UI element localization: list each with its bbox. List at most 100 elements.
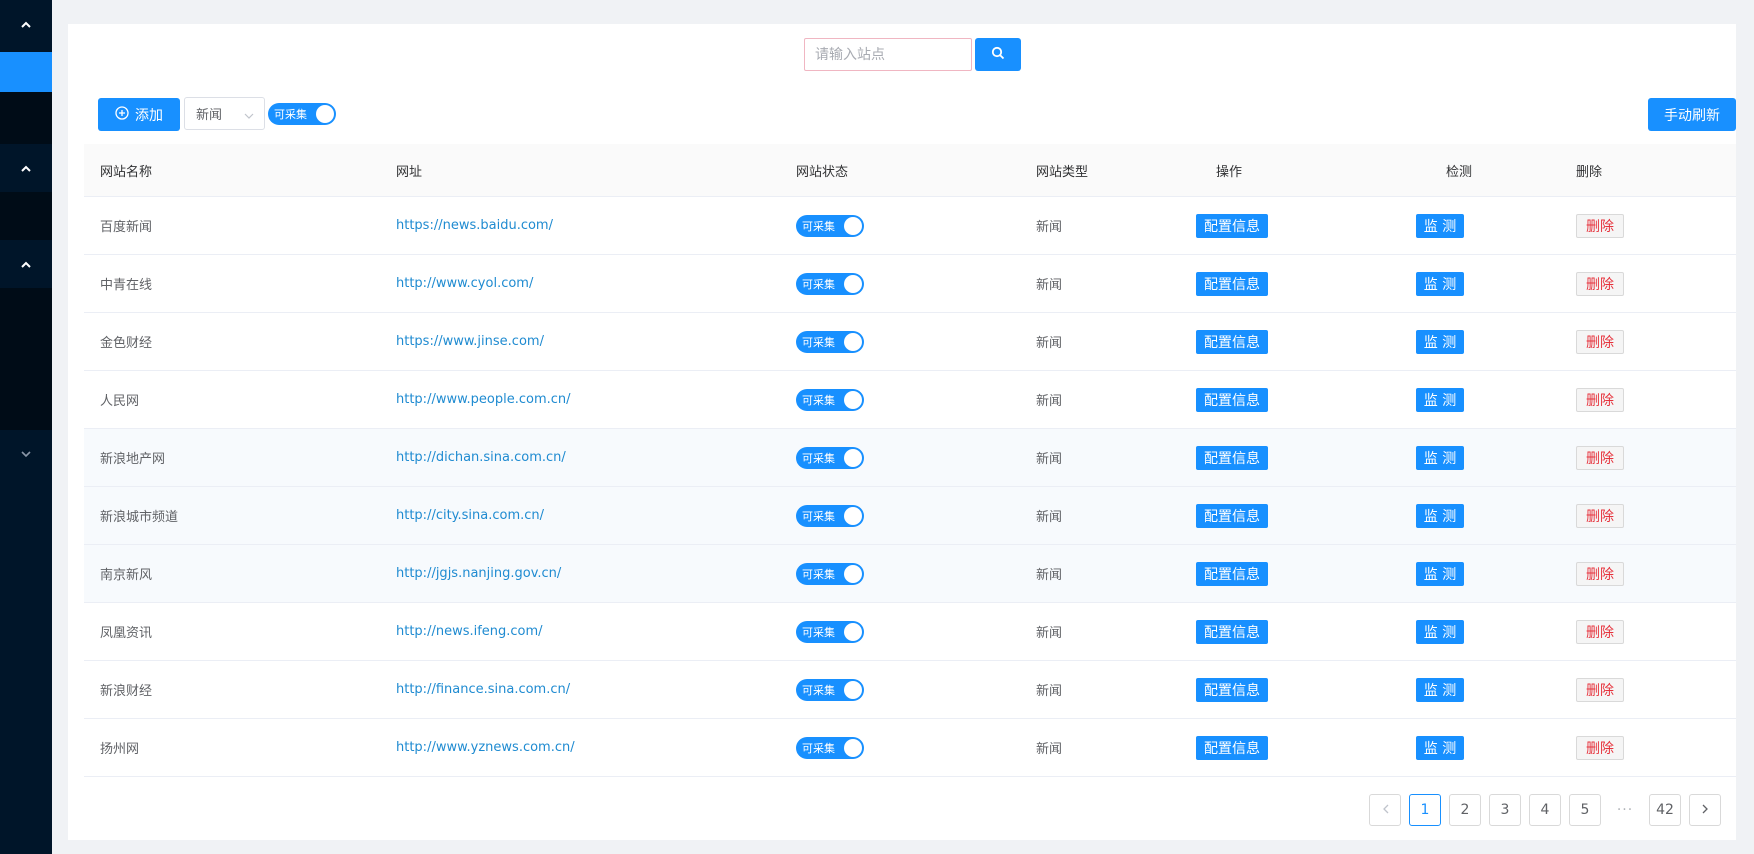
manual-refresh-button[interactable]: 手动刷新	[1648, 98, 1736, 131]
monitor-button[interactable]: 监 测	[1416, 271, 1464, 296]
status-switch-label: 可采集	[802, 335, 835, 349]
monitor-button[interactable]: 监 测	[1416, 735, 1464, 760]
monitor-button[interactable]: 监 测	[1416, 619, 1464, 644]
add-button[interactable]: 添加	[98, 98, 180, 131]
switch-knob	[844, 564, 862, 583]
config-info-button[interactable]: 配置信息	[1196, 619, 1268, 644]
chevron-up-icon	[21, 261, 31, 268]
page-button[interactable]: 1	[1409, 794, 1441, 826]
delete-button[interactable]: 删除	[1576, 213, 1624, 238]
config-info-button[interactable]: 配置信息	[1196, 445, 1268, 470]
config-info-button[interactable]: 配置信息	[1196, 329, 1268, 354]
switch-knob	[844, 506, 862, 525]
site-url-link[interactable]: https://news.baidu.com/	[396, 218, 553, 233]
status-switch[interactable]: 可采集	[796, 214, 864, 237]
page-button[interactable]: 3	[1489, 794, 1521, 826]
table-row: 南京新风 http://jgjs.nanjing.gov.cn/ 可采集 新闻 …	[84, 545, 1736, 603]
site-name: 扬州网	[100, 742, 140, 757]
table-row: 扬州网 http://www.yznews.com.cn/ 可采集 新闻 配置信…	[84, 719, 1736, 777]
sidebar-submenu-3	[0, 288, 52, 430]
site-url-link[interactable]: http://finance.sina.com.cn/	[396, 682, 570, 697]
page-ellipsis[interactable]: ···	[1609, 794, 1641, 826]
type-select-value: 新闻	[196, 108, 223, 123]
delete-button[interactable]: 删除	[1576, 271, 1624, 296]
delete-button[interactable]: 删除	[1576, 329, 1624, 354]
status-switch-label: 可采集	[802, 567, 835, 581]
page-button[interactable]: 4	[1529, 794, 1561, 826]
sidebar-group-2-header[interactable]	[0, 144, 52, 192]
status-switch[interactable]: 可采集	[796, 388, 864, 411]
site-url-link[interactable]: https://www.jinse.com/	[396, 334, 544, 349]
table-header: 网站名称 网址 网站状态 网站类型 操作 检测 删除	[84, 144, 1736, 197]
switch-knob	[844, 216, 862, 235]
site-url-link[interactable]: http://news.ifeng.com/	[396, 624, 543, 639]
delete-button[interactable]: 删除	[1576, 445, 1624, 470]
site-url-link[interactable]: http://city.sina.com.cn/	[396, 508, 544, 523]
delete-button[interactable]: 删除	[1576, 735, 1624, 760]
config-info-button[interactable]: 配置信息	[1196, 677, 1268, 702]
monitor-button[interactable]: 监 测	[1416, 503, 1464, 528]
delete-button[interactable]: 删除	[1576, 619, 1624, 644]
site-type: 新闻	[1036, 394, 1063, 409]
collect-filter-switch[interactable]: 可采集	[268, 103, 336, 125]
site-url-link[interactable]: http://jgjs.nanjing.gov.cn/	[396, 566, 561, 581]
config-info-button[interactable]: 配置信息	[1196, 213, 1268, 238]
status-switch[interactable]: 可采集	[796, 272, 864, 295]
sidebar-group-3-header[interactable]	[0, 240, 52, 288]
config-info-button[interactable]: 配置信息	[1196, 503, 1268, 528]
monitor-button[interactable]: 监 测	[1416, 387, 1464, 412]
delete-button[interactable]: 删除	[1576, 503, 1624, 528]
status-switch-label: 可采集	[802, 451, 835, 465]
status-switch[interactable]: 可采集	[796, 736, 864, 759]
status-switch-label: 可采集	[802, 393, 835, 407]
site-type: 新闻	[1036, 452, 1063, 467]
status-switch-label: 可采集	[802, 741, 835, 755]
monitor-button[interactable]: 监 测	[1416, 329, 1464, 354]
site-type: 新闻	[1036, 220, 1063, 235]
status-switch[interactable]: 可采集	[796, 678, 864, 701]
page-button[interactable]: 2	[1449, 794, 1481, 826]
next-page-button[interactable]	[1689, 794, 1721, 826]
status-switch[interactable]: 可采集	[796, 446, 864, 469]
status-switch[interactable]: 可采集	[796, 330, 864, 353]
sidebar-submenu-1	[0, 92, 52, 144]
header-url: 网址	[396, 164, 423, 180]
monitor-button[interactable]: 监 测	[1416, 213, 1464, 238]
config-info-button[interactable]: 配置信息	[1196, 561, 1268, 586]
switch-knob	[316, 105, 334, 123]
search-input[interactable]	[804, 38, 972, 71]
sidebar-item-active[interactable]	[0, 52, 52, 92]
delete-button[interactable]: 删除	[1576, 677, 1624, 702]
delete-button[interactable]: 删除	[1576, 561, 1624, 586]
monitor-button[interactable]: 监 测	[1416, 445, 1464, 470]
site-name: 凤凰资讯	[100, 626, 153, 641]
last-page-button[interactable]: 42	[1649, 794, 1681, 826]
site-url-link[interactable]: http://www.people.com.cn/	[396, 392, 571, 407]
sidebar-group-4-header[interactable]	[0, 430, 52, 478]
site-name: 新浪财经	[100, 684, 153, 699]
sidebar-group-1-header[interactable]	[0, 0, 52, 48]
site-name: 南京新风	[100, 568, 153, 583]
main-card: 添加 新闻 可采集 手动刷新 网站名称 网址 网站状态 网站类型 操作 检测 删…	[68, 24, 1736, 840]
status-switch[interactable]: 可采集	[796, 504, 864, 527]
status-switch[interactable]: 可采集	[796, 562, 864, 585]
site-url-link[interactable]: http://dichan.sina.com.cn/	[396, 450, 566, 465]
config-info-button[interactable]: 配置信息	[1196, 271, 1268, 296]
search-button[interactable]	[975, 38, 1021, 71]
config-info-button[interactable]: 配置信息	[1196, 735, 1268, 760]
site-name: 金色财经	[100, 336, 153, 351]
delete-button[interactable]: 删除	[1576, 387, 1624, 412]
monitor-button[interactable]: 监 测	[1416, 561, 1464, 586]
page-button[interactable]: 5	[1569, 794, 1601, 826]
switch-knob	[844, 680, 862, 699]
site-url-link[interactable]: http://www.yznews.com.cn/	[396, 740, 575, 755]
site-url-link[interactable]: http://www.cyol.com/	[396, 276, 533, 291]
status-switch-label: 可采集	[802, 625, 835, 639]
type-select[interactable]: 新闻	[184, 97, 265, 130]
monitor-button[interactable]: 监 测	[1416, 677, 1464, 702]
prev-page-button[interactable]	[1369, 794, 1401, 826]
config-info-button[interactable]: 配置信息	[1196, 387, 1268, 412]
status-switch[interactable]: 可采集	[796, 620, 864, 643]
chevron-left-icon	[1382, 802, 1389, 818]
table-row: 新浪财经 http://finance.sina.com.cn/ 可采集 新闻 …	[84, 661, 1736, 719]
